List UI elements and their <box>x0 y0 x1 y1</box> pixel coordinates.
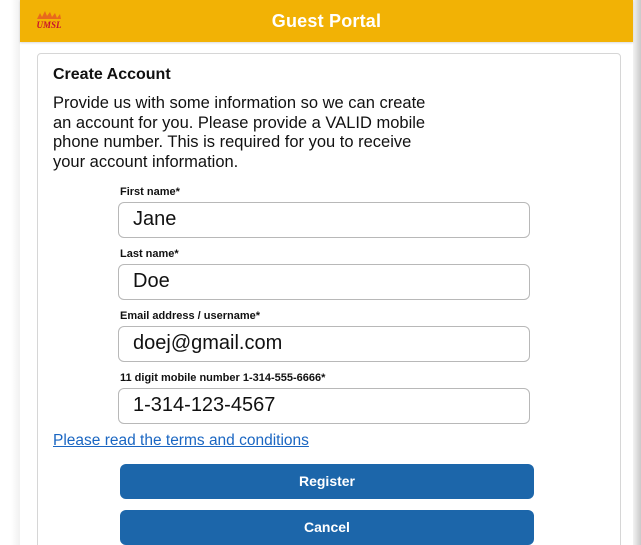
email-value: doej@gmail.com <box>133 332 283 354</box>
left-edge-shadow <box>0 0 20 545</box>
first-name-label: First name* <box>120 186 180 198</box>
portal-header: UMSL Guest Portal <box>20 0 633 42</box>
intro-line: your account information. <box>53 152 239 171</box>
intro-line: phone number. This is required for you t… <box>53 133 412 151</box>
intro-text: Provide us with some information so we c… <box>53 94 598 172</box>
email-label: Email address / username* <box>120 310 261 322</box>
first-name-field[interactable]: Jane <box>118 202 530 238</box>
last-name-value: Doe <box>133 270 170 292</box>
guest-portal-page: UMSL Guest Portal Create Account Provide… <box>0 0 641 545</box>
portal-title: Guest Portal <box>271 11 382 31</box>
terms-link[interactable]: Please read the terms and conditions <box>53 432 309 450</box>
register-button[interactable]: Register <box>120 464 534 499</box>
last-name-field[interactable]: Doe <box>118 264 530 300</box>
email-field[interactable]: doej@gmail.com <box>118 326 530 362</box>
mobile-label: 11 digit mobile number 1-314-555-6666* <box>120 372 326 384</box>
mobile-number-field[interactable]: 1-314-123-4567 <box>118 388 530 424</box>
cancel-button[interactable]: Cancel <box>120 510 534 545</box>
create-account-panel: Create Account Provide us with some info… <box>37 53 621 545</box>
intro-line: an account for you. Please provide a VAL… <box>53 113 426 132</box>
last-name-label: Last name* <box>120 248 179 260</box>
right-edge-shadow <box>633 0 641 545</box>
panel-title: Create Account <box>53 66 171 83</box>
first-name-value: Jane <box>133 208 177 230</box>
intro-line: Provide us with some information so we c… <box>53 94 426 112</box>
mobile-number-value: 1-314-123-4567 <box>133 394 276 416</box>
